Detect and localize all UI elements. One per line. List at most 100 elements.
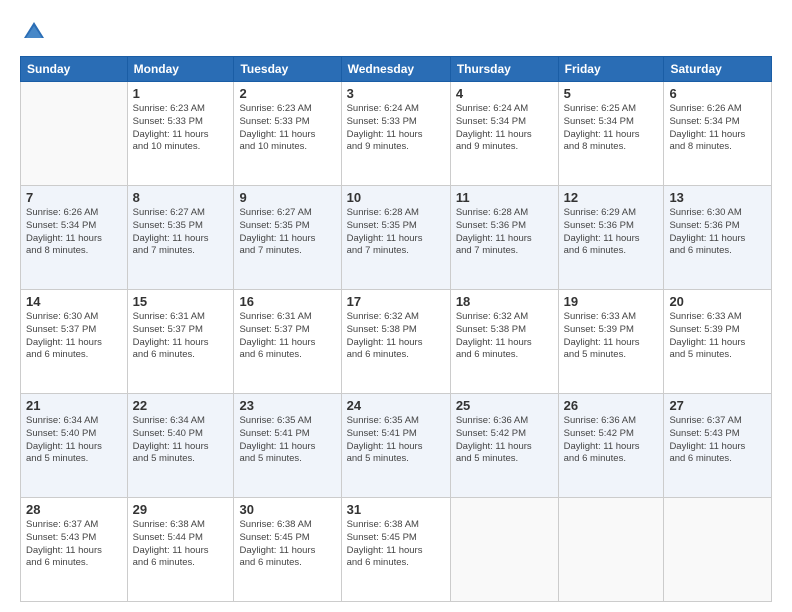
calendar-cell: 9 Sunrise: 6:27 AM Sunset: 5:35 PM Daylig…: [234, 186, 341, 290]
day-info: Sunrise: 6:28 AM Sunset: 5:36 PM Dayligh…: [456, 207, 553, 258]
day-number: 14: [26, 294, 122, 309]
day-info: Sunrise: 6:38 AM Sunset: 5:45 PM Dayligh…: [347, 519, 445, 570]
day-number: 22: [133, 398, 229, 413]
day-info: Sunrise: 6:33 AM Sunset: 5:39 PM Dayligh…: [669, 311, 766, 362]
col-header-monday: Monday: [127, 57, 234, 82]
day-info: Sunrise: 6:30 AM Sunset: 5:36 PM Dayligh…: [669, 207, 766, 258]
day-number: 24: [347, 398, 445, 413]
day-number: 26: [564, 398, 659, 413]
day-info: Sunrise: 6:29 AM Sunset: 5:36 PM Dayligh…: [564, 207, 659, 258]
calendar-cell: [664, 498, 772, 602]
col-header-wednesday: Wednesday: [341, 57, 450, 82]
day-info: Sunrise: 6:37 AM Sunset: 5:43 PM Dayligh…: [26, 519, 122, 570]
day-number: 12: [564, 190, 659, 205]
day-info: Sunrise: 6:36 AM Sunset: 5:42 PM Dayligh…: [564, 415, 659, 466]
day-info: Sunrise: 6:32 AM Sunset: 5:38 PM Dayligh…: [347, 311, 445, 362]
day-number: 15: [133, 294, 229, 309]
day-info: Sunrise: 6:35 AM Sunset: 5:41 PM Dayligh…: [347, 415, 445, 466]
calendar-cell: 27 Sunrise: 6:37 AM Sunset: 5:43 PM Dayli…: [664, 394, 772, 498]
calendar-cell: 23Sunrise: 6:35 AM Sunset: 5:41 PM Dayli…: [234, 394, 341, 498]
calendar-cell: 25Sunrise: 6:36 AM Sunset: 5:42 PM Dayli…: [450, 394, 558, 498]
day-number: 31: [347, 502, 445, 517]
day-number: 21: [26, 398, 122, 413]
logo-icon: [20, 18, 48, 46]
calendar-cell: [21, 82, 128, 186]
day-number: 13: [669, 190, 766, 205]
day-number: 19: [564, 294, 659, 309]
day-info: Sunrise: 6:36 AM Sunset: 5:42 PM Dayligh…: [456, 415, 553, 466]
calendar-cell: 6 Sunrise: 6:26 AM Sunset: 5:34 PM Daylig…: [664, 82, 772, 186]
day-info: Sunrise: 6:25 AM Sunset: 5:34 PM Dayligh…: [564, 103, 659, 154]
day-info: Sunrise: 6:26 AM Sunset: 5:34 PM Dayligh…: [669, 103, 766, 154]
week-row-5: 28 Sunrise: 6:37 AM Sunset: 5:43 PM Dayli…: [21, 498, 772, 602]
day-number: 30: [239, 502, 335, 517]
logo: [20, 18, 52, 46]
day-info: Sunrise: 6:24 AM Sunset: 5:34 PM Dayligh…: [456, 103, 553, 154]
calendar-cell: 31 Sunrise: 6:38 AM Sunset: 5:45 PM Dayli…: [341, 498, 450, 602]
day-info: Sunrise: 6:38 AM Sunset: 5:45 PM Dayligh…: [239, 519, 335, 570]
day-info: Sunrise: 6:37 AM Sunset: 5:43 PM Dayligh…: [669, 415, 766, 466]
day-number: 28: [26, 502, 122, 517]
day-number: 18: [456, 294, 553, 309]
calendar-cell: 12 Sunrise: 6:29 AM Sunset: 5:36 PM Dayli…: [558, 186, 664, 290]
week-row-3: 14 Sunrise: 6:30 AM Sunset: 5:37 PM Dayli…: [21, 290, 772, 394]
day-number: 11: [456, 190, 553, 205]
col-header-tuesday: Tuesday: [234, 57, 341, 82]
day-info: Sunrise: 6:28 AM Sunset: 5:35 PM Dayligh…: [347, 207, 445, 258]
calendar-cell: 29Sunrise: 6:38 AM Sunset: 5:44 PM Dayli…: [127, 498, 234, 602]
calendar-cell: 15 Sunrise: 6:31 AM Sunset: 5:37 PM Dayli…: [127, 290, 234, 394]
day-number: 2: [239, 86, 335, 101]
day-info: Sunrise: 6:27 AM Sunset: 5:35 PM Dayligh…: [239, 207, 335, 258]
calendar-cell: 8Sunrise: 6:27 AM Sunset: 5:35 PM Daylig…: [127, 186, 234, 290]
day-number: 20: [669, 294, 766, 309]
calendar-cell: 17 Sunrise: 6:32 AM Sunset: 5:38 PM Dayli…: [341, 290, 450, 394]
calendar-cell: 2 Sunrise: 6:23 AM Sunset: 5:33 PM Daylig…: [234, 82, 341, 186]
calendar-cell: 1 Sunrise: 6:23 AM Sunset: 5:33 PM Daylig…: [127, 82, 234, 186]
day-number: 6: [669, 86, 766, 101]
day-info: Sunrise: 6:24 AM Sunset: 5:33 PM Dayligh…: [347, 103, 445, 154]
day-info: Sunrise: 6:27 AM Sunset: 5:35 PM Dayligh…: [133, 207, 229, 258]
day-number: 4: [456, 86, 553, 101]
calendar-cell: [558, 498, 664, 602]
day-number: 9: [239, 190, 335, 205]
day-number: 7: [26, 190, 122, 205]
calendar-cell: 16Sunrise: 6:31 AM Sunset: 5:37 PM Dayli…: [234, 290, 341, 394]
day-info: Sunrise: 6:34 AM Sunset: 5:40 PM Dayligh…: [26, 415, 122, 466]
col-header-thursday: Thursday: [450, 57, 558, 82]
day-number: 5: [564, 86, 659, 101]
calendar-table: SundayMondayTuesdayWednesdayThursdayFrid…: [20, 56, 772, 602]
calendar-cell: 4 Sunrise: 6:24 AM Sunset: 5:34 PM Daylig…: [450, 82, 558, 186]
week-row-4: 21 Sunrise: 6:34 AM Sunset: 5:40 PM Dayli…: [21, 394, 772, 498]
calendar-cell: 28 Sunrise: 6:37 AM Sunset: 5:43 PM Dayli…: [21, 498, 128, 602]
calendar-cell: 22Sunrise: 6:34 AM Sunset: 5:40 PM Dayli…: [127, 394, 234, 498]
calendar-cell: 24 Sunrise: 6:35 AM Sunset: 5:41 PM Dayli…: [341, 394, 450, 498]
calendar-page: SundayMondayTuesdayWednesdayThursdayFrid…: [0, 0, 792, 612]
col-header-sunday: Sunday: [21, 57, 128, 82]
day-info: Sunrise: 6:30 AM Sunset: 5:37 PM Dayligh…: [26, 311, 122, 362]
calendar-cell: 7Sunrise: 6:26 AM Sunset: 5:34 PM Daylig…: [21, 186, 128, 290]
day-info: Sunrise: 6:38 AM Sunset: 5:44 PM Dayligh…: [133, 519, 229, 570]
day-number: 17: [347, 294, 445, 309]
header-row: SundayMondayTuesdayWednesdayThursdayFrid…: [21, 57, 772, 82]
day-number: 27: [669, 398, 766, 413]
calendar-cell: 10 Sunrise: 6:28 AM Sunset: 5:35 PM Dayli…: [341, 186, 450, 290]
day-info: Sunrise: 6:23 AM Sunset: 5:33 PM Dayligh…: [133, 103, 229, 154]
day-number: 10: [347, 190, 445, 205]
calendar-cell: 5 Sunrise: 6:25 AM Sunset: 5:34 PM Daylig…: [558, 82, 664, 186]
calendar-cell: 26 Sunrise: 6:36 AM Sunset: 5:42 PM Dayli…: [558, 394, 664, 498]
day-info: Sunrise: 6:33 AM Sunset: 5:39 PM Dayligh…: [564, 311, 659, 362]
col-header-friday: Friday: [558, 57, 664, 82]
calendar-cell: [450, 498, 558, 602]
col-header-saturday: Saturday: [664, 57, 772, 82]
calendar-cell: 19 Sunrise: 6:33 AM Sunset: 5:39 PM Dayli…: [558, 290, 664, 394]
calendar-cell: 14 Sunrise: 6:30 AM Sunset: 5:37 PM Dayli…: [21, 290, 128, 394]
calendar-cell: 18 Sunrise: 6:32 AM Sunset: 5:38 PM Dayli…: [450, 290, 558, 394]
day-info: Sunrise: 6:32 AM Sunset: 5:38 PM Dayligh…: [456, 311, 553, 362]
calendar-cell: 3Sunrise: 6:24 AM Sunset: 5:33 PM Daylig…: [341, 82, 450, 186]
day-info: Sunrise: 6:23 AM Sunset: 5:33 PM Dayligh…: [239, 103, 335, 154]
calendar-cell: 21 Sunrise: 6:34 AM Sunset: 5:40 PM Dayli…: [21, 394, 128, 498]
calendar-cell: 30 Sunrise: 6:38 AM Sunset: 5:45 PM Dayli…: [234, 498, 341, 602]
day-number: 1: [133, 86, 229, 101]
day-info: Sunrise: 6:31 AM Sunset: 5:37 PM Dayligh…: [133, 311, 229, 362]
day-number: 16: [239, 294, 335, 309]
